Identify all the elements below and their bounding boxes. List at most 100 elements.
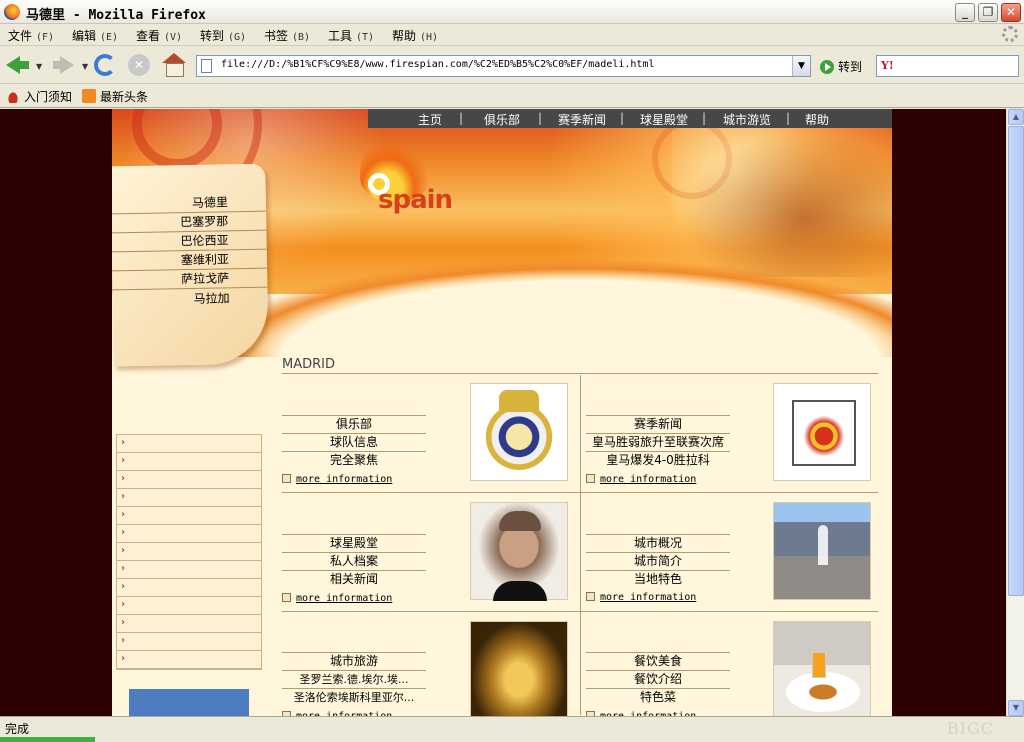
content-cell-star-hall: 球星殿堂 私人档案 相关新闻 more information — [282, 502, 580, 620]
city-link-zaragoza[interactable]: 萨拉戈萨 — [181, 269, 229, 287]
sidebar-item[interactable]: › — [117, 489, 261, 507]
sidebar-item[interactable]: › — [117, 507, 261, 525]
scroll-up-arrow-icon[interactable]: ▲ — [1008, 109, 1024, 125]
yahoo-search-icon[interactable]: Y! — [881, 59, 894, 72]
nav-star-hall[interactable]: 球星殿堂 — [640, 111, 688, 128]
cell-heading[interactable]: 俱乐部 — [282, 415, 426, 433]
more-information-link[interactable]: more information — [282, 593, 392, 604]
sidebar-item[interactable]: › — [117, 579, 261, 597]
cell-link[interactable]: 当地特色 — [586, 570, 730, 588]
sidebar-item[interactable]: › — [117, 435, 261, 453]
cell-link[interactable]: 私人档案 — [282, 552, 426, 570]
go-arrow-icon — [820, 59, 834, 74]
cell-heading[interactable]: 城市旅游 — [282, 652, 426, 670]
sidebar-item[interactable]: › — [117, 615, 261, 633]
cell-link[interactable]: 圣洛伦索埃斯科里亚尔... — [282, 688, 426, 706]
rfef-crest-image[interactable] — [773, 383, 871, 481]
sidebar-item[interactable]: › — [117, 471, 261, 489]
cell-heading[interactable]: 球星殿堂 — [282, 534, 426, 552]
page-viewport: spain 主页 | 俱乐部 | 赛季新闻 | 球星殿堂 | 城市游览 | 帮助… — [0, 109, 1006, 716]
search-box[interactable]: Y! — [876, 55, 1019, 77]
city-fountain-image[interactable] — [773, 502, 871, 600]
cell-link[interactable]: 相关新闻 — [282, 570, 426, 588]
chevron-right-icon: › — [121, 653, 126, 664]
go-button[interactable]: 转到 — [820, 58, 862, 75]
chevron-right-icon: › — [121, 473, 126, 484]
sidebar-item[interactable]: › — [117, 561, 261, 579]
menu-help[interactable]: 帮助 (H) — [392, 27, 438, 44]
nav-clubs[interactable]: 俱乐部 — [484, 111, 520, 128]
restore-button[interactable]: ❐ — [978, 3, 998, 22]
menu-tools[interactable]: 工具 (T) — [328, 27, 374, 44]
more-information-link[interactable]: more information — [586, 592, 696, 603]
more-information-link[interactable]: more information — [586, 474, 696, 485]
city-link-barcelona[interactable]: 巴塞罗那 — [180, 212, 228, 230]
sidebar-item[interactable]: › — [117, 525, 261, 543]
window-title: 马德里 - Mozilla Firefox — [26, 8, 206, 23]
chevron-right-icon: › — [121, 599, 126, 610]
nav-season-news[interactable]: 赛季新闻 — [558, 111, 606, 128]
city-link-malaga[interactable]: 马拉加 — [193, 289, 229, 307]
player-portrait-image[interactable] — [470, 502, 568, 601]
nav-home[interactable]: 主页 — [418, 111, 442, 128]
stop-icon[interactable]: ✕ — [128, 54, 150, 76]
forward-arrow-icon[interactable] — [50, 53, 76, 77]
sidebar-item[interactable]: › — [117, 543, 261, 561]
url-text[interactable]: file:///D:/%B1%CF%C9%E8/www.firespian.co… — [221, 59, 654, 70]
city-link-madrid[interactable]: 马德里 — [192, 193, 228, 211]
sidebar-item[interactable]: › — [117, 651, 261, 669]
menu-file[interactable]: 文件 (F) — [8, 27, 54, 44]
cell-link[interactable]: 皇马胜弱旅升至联赛次席 — [586, 433, 730, 451]
home-icon[interactable] — [162, 53, 188, 77]
city-link-sevilla[interactable]: 塞维利亚 — [181, 250, 229, 268]
scroll-down-arrow-icon[interactable]: ▼ — [1008, 700, 1024, 716]
cell-link[interactable]: 城市简介 — [586, 552, 730, 570]
cell-heading[interactable]: 赛季新闻 — [586, 415, 730, 433]
rss-icon — [82, 89, 96, 103]
cell-link[interactable]: 皇马爆发4-0胜拉科 — [586, 451, 730, 469]
vertical-scrollbar[interactable]: ▲ ▼ — [1006, 109, 1024, 716]
menu-bookmarks[interactable]: 书签 (B) — [264, 27, 310, 44]
chevron-right-icon: › — [121, 527, 126, 538]
breakfast-table-image[interactable] — [773, 621, 871, 716]
chevron-right-icon: › — [121, 455, 126, 466]
bookmark-latest-headlines[interactable]: 最新头条 — [82, 88, 148, 105]
minimize-button[interactable]: _ — [955, 3, 975, 22]
back-arrow-icon[interactable] — [4, 53, 30, 77]
nav-city-tour[interactable]: 城市游览 — [723, 111, 771, 128]
chevron-right-icon: › — [121, 581, 126, 592]
cell-link[interactable]: 完全聚焦 — [282, 451, 426, 469]
title-bar: 马德里 - Mozilla Firefox _ ❐ ✕ — [0, 0, 1024, 24]
bookmark-getting-started[interactable]: 入门须知 — [6, 88, 72, 105]
menu-go[interactable]: 转到 (G) — [200, 27, 246, 44]
sidebar-item[interactable]: › — [117, 633, 261, 651]
content-cell-city-overview: 城市概况 城市简介 当地特色 more information — [586, 502, 884, 620]
reload-icon[interactable] — [94, 54, 116, 76]
document-icon — [282, 474, 291, 483]
close-button[interactable]: ✕ — [1001, 3, 1021, 22]
url-dropdown-icon[interactable]: ▼ — [792, 56, 810, 76]
cell-link[interactable]: 特色菜 — [586, 688, 730, 706]
cell-heading[interactable]: 城市概况 — [586, 534, 730, 552]
forward-dropdown-icon[interactable]: ▼ — [82, 62, 88, 71]
more-information-link[interactable]: more information — [282, 474, 392, 485]
document-icon — [282, 593, 291, 602]
cibeles-statue-image[interactable] — [470, 621, 568, 716]
nav-help[interactable]: 帮助 — [805, 111, 829, 128]
spain-logo: spain — [358, 137, 468, 227]
url-bar[interactable]: file:///D:/%B1%CF%C9%E8/www.firespian.co… — [196, 55, 811, 77]
firefox-icon — [4, 4, 20, 20]
back-dropdown-icon[interactable]: ▼ — [36, 62, 42, 71]
menu-view[interactable]: 查看 (V) — [136, 27, 182, 44]
cell-link[interactable]: 圣罗兰索.德.埃尔.埃... — [282, 670, 426, 688]
cell-link[interactable]: 餐饮介绍 — [586, 670, 730, 688]
cell-heading[interactable]: 餐饮美食 — [586, 652, 730, 670]
menu-edit[interactable]: 编辑 (E) — [72, 27, 118, 44]
scroll-thumb[interactable] — [1008, 126, 1024, 596]
chevron-right-icon: › — [121, 491, 126, 502]
cell-link[interactable]: 球队信息 — [282, 433, 426, 451]
city-link-valencia[interactable]: 巴伦西亚 — [180, 231, 228, 249]
real-madrid-crest-image[interactable] — [470, 383, 568, 481]
sidebar-item[interactable]: › — [117, 597, 261, 615]
sidebar-item[interactable]: › — [117, 453, 261, 471]
